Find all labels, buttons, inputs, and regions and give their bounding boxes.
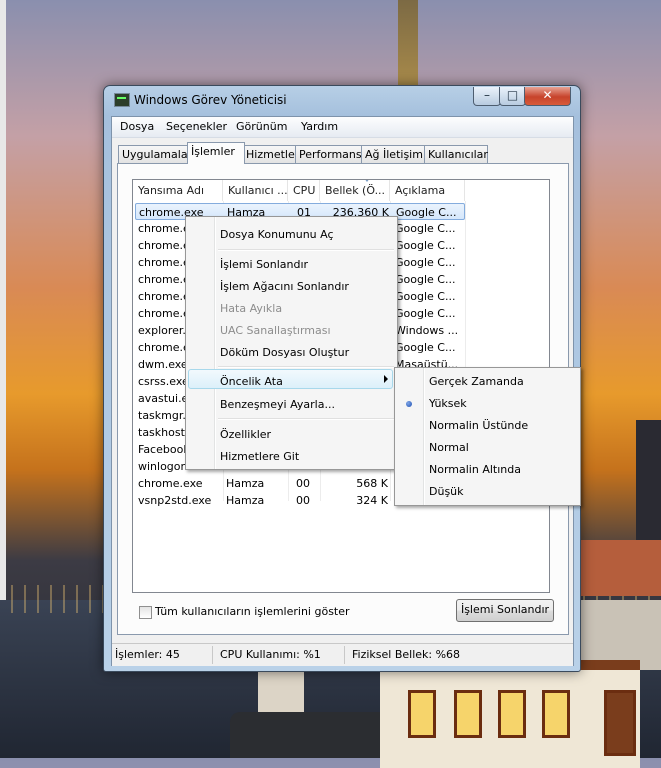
status-bar: İşlemler: 45 CPU Kullanımı: %1 Fiziksel … [112,643,573,666]
menu-item-uac-virtualization: UAC Sanallaştırması [220,324,331,337]
cell-description: Google C... [395,307,456,320]
tab-performans[interactable]: Performans [295,145,364,163]
radio-selected-icon [406,401,412,407]
priority-above-normal[interactable]: Normalin Üstünde [429,419,528,432]
show-all-users-checkbox[interactable] [139,606,152,619]
cell-image-name: vsnp2std.exe [138,494,212,507]
status-divider [212,646,213,664]
tab-islemler[interactable]: İşlemler [187,142,245,164]
menu-separator [218,249,394,251]
title-bar[interactable]: Windows Görev Yöneticisi – □ ✕ [104,86,580,114]
status-physical-memory: Fiziksel Bellek: %68 [352,648,461,661]
column-header-memory[interactable]: Bellek (Ö... [320,180,390,201]
chevron-right-icon [384,375,388,383]
menu-bar: Dosya Seçenekler Görünüm Yardım [112,117,573,138]
cell-memory: 324 K [356,494,388,507]
minimize-button[interactable]: – [473,87,501,106]
menu-item-debug: Hata Ayıkla [220,302,283,315]
cell-description: Google C... [395,222,456,235]
tab-hizmetler[interactable]: Hizmetler [242,145,299,163]
cell-user: Hamza [226,494,265,507]
menu-item-properties[interactable]: Özellikler [220,428,271,441]
tab-uygulamalar[interactable]: Uygulamalar [118,145,192,163]
tab-ag-iletisimi[interactable]: Ağ İletişimi [361,145,427,163]
close-button[interactable]: ✕ [524,87,571,106]
cell-user: Hamza [226,477,265,490]
wallpaper-tower [636,420,661,560]
status-divider [344,646,345,664]
wallpaper-spire [398,0,418,86]
column-header-user[interactable]: Kullanıcı ... [223,180,288,201]
menu-secenekler[interactable]: Seçenekler [166,120,227,133]
cell-cpu: 00 [296,494,310,507]
cell-description: Google C... [395,273,456,286]
cell-description: Windows ... [395,324,459,337]
wallpaper-house [380,660,640,768]
status-cpu-usage: CPU Kullanımı: %1 [220,648,321,661]
column-header-memory-label: Bellek (Ö... [325,184,386,197]
priority-below-normal[interactable]: Normalin Altında [429,463,521,476]
menu-item-end-process-tree[interactable]: İşlem Ağacını Sonlandır [220,280,349,293]
priority-high[interactable]: Yüksek [429,397,467,410]
menu-item-set-affinity[interactable]: Benzeşmeyi Ayarla... [220,398,335,411]
menu-item-open-file-location[interactable]: Dosya Konumunu Aç [220,228,334,241]
cell-memory: 568 K [356,477,388,490]
menu-item-end-process[interactable]: İşlemi Sonlandır [220,258,308,271]
priority-low[interactable]: Düşük [429,485,464,498]
priority-submenu: Gerçek Zamanda Yüksek Normalin Üstünde N… [394,367,581,506]
window-title: Windows Görev Yöneticisi [134,93,287,107]
menu-separator [218,366,394,368]
cell-description: Google C... [395,256,456,269]
menu-item-highlight [188,369,393,389]
status-process-count: İşlemler: 45 [115,648,180,661]
menu-item-set-priority[interactable]: Öncelik Ata [220,375,283,388]
task-manager-icon [114,93,130,107]
menu-item-go-to-services[interactable]: Hizmetlere Git [220,450,299,463]
end-process-button[interactable]: İşlemi Sonlandır [456,599,554,622]
column-header-description[interactable]: Açıklama [390,180,465,201]
cell-image-name: chrome.exe [138,477,203,490]
wallpaper-roof [578,540,661,596]
show-all-users-label: Tüm kullanıcıların işlemlerini göster [155,605,350,618]
cell-description: Google C... [395,239,456,252]
column-header-name[interactable]: Yansıma Adı [133,180,223,201]
priority-realtime[interactable]: Gerçek Zamanda [429,375,524,388]
menu-dosya[interactable]: Dosya [120,120,154,133]
cell-cpu: 00 [296,477,310,490]
cell-description: Google C... [395,341,456,354]
menu-yardim[interactable]: Yardım [301,120,338,133]
menu-separator [218,418,394,420]
sort-down-icon [364,180,370,182]
maximize-button[interactable]: □ [499,87,526,106]
menu-gorunum[interactable]: Görünüm [236,120,287,133]
menu-item-create-dump-file[interactable]: Döküm Dosyası Oluştur [220,346,349,359]
priority-normal[interactable]: Normal [429,441,469,454]
process-context-menu: Dosya Konumunu Aç İşlemi Sonlandır İşlem… [185,216,398,470]
cell-description: Google C... [395,290,456,303]
cell-description: Google C... [396,206,457,219]
tab-kullanicilar[interactable]: Kullanıcılar [424,145,488,163]
column-header-cpu[interactable]: CPU [288,180,320,201]
